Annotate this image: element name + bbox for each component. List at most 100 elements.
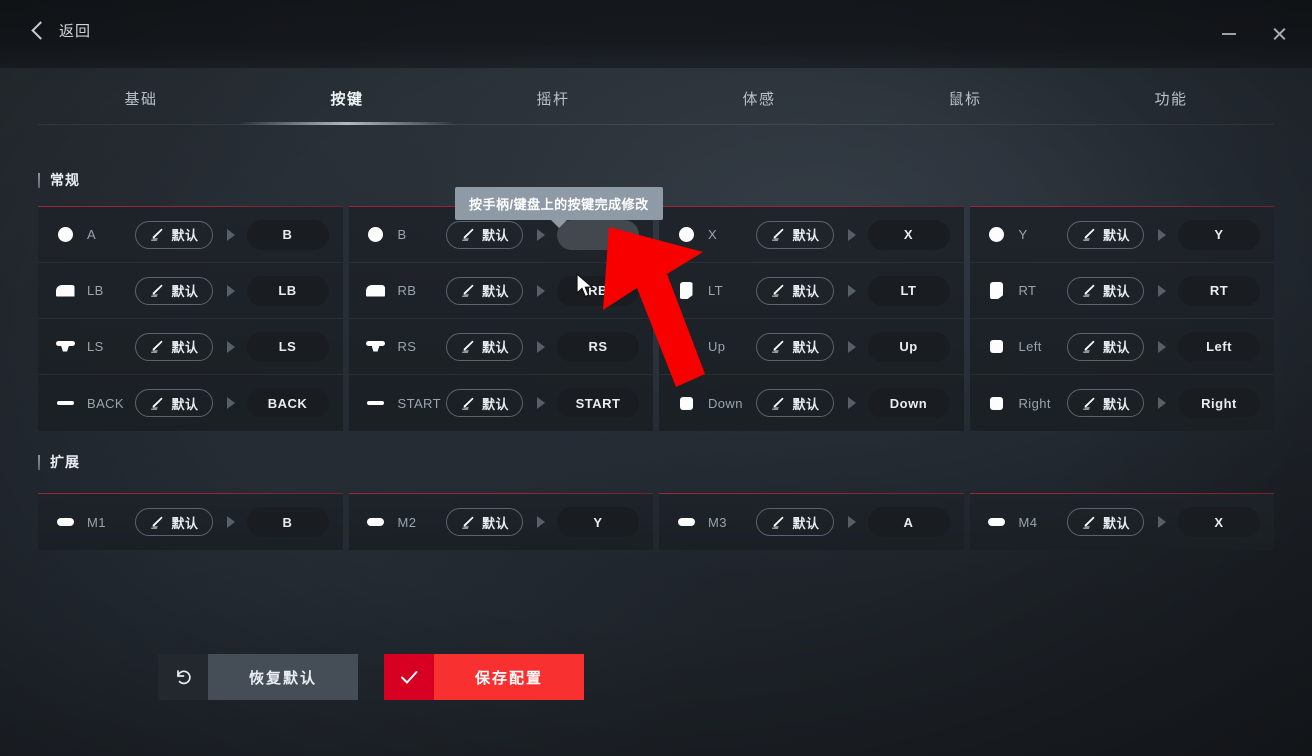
close-button[interactable] xyxy=(1262,20,1296,48)
mode-default-button[interactable]: 默认 xyxy=(1066,220,1144,249)
mode-default-button[interactable]: 默认 xyxy=(135,389,213,417)
save-config-button[interactable]: 保存配置 xyxy=(384,654,584,700)
section-title-general: 常规 xyxy=(50,172,80,188)
maps-to-arrow-icon xyxy=(537,397,545,409)
mode-default-button[interactable]: 默认 xyxy=(756,389,834,417)
titlebar: 返回 xyxy=(0,0,1312,66)
section-header-extension: 扩展 xyxy=(38,452,80,472)
mapped-value-pill[interactable]: X xyxy=(867,219,950,250)
back-button[interactable]: 返回 xyxy=(31,20,92,41)
restore-default-button[interactable]: 恢复默认 xyxy=(158,654,358,700)
maps-to-arrow-icon xyxy=(537,228,545,241)
tab-basic[interactable]: 基础 xyxy=(38,76,244,124)
mapping-row: RB 默认 RB xyxy=(348,263,653,319)
maps-to-arrow-icon xyxy=(537,516,545,528)
mapped-value-pill[interactable]: X xyxy=(1178,507,1260,537)
minimize-button[interactable] xyxy=(1212,20,1246,48)
mode-default-button[interactable]: 默认 xyxy=(1066,332,1144,361)
mode-default-button[interactable]: 默认 xyxy=(756,332,834,361)
mapping-card: Y 默认 Y RT 默认 RT Left 默认 Left Right 默认 Right xyxy=(969,206,1274,431)
mode-default-button[interactable]: 默认 xyxy=(756,508,834,536)
mapped-value-pill[interactable]: B xyxy=(246,219,329,250)
maps-to-arrow-icon xyxy=(226,284,235,297)
pencil-icon xyxy=(149,339,164,354)
pencil-icon xyxy=(149,283,164,298)
pencil-icon xyxy=(1081,396,1096,411)
mapping-row: RT 默认 RT xyxy=(969,263,1274,319)
mapped-value-pill[interactable]: Down xyxy=(867,388,950,418)
mapping-row: Up 默认 Up xyxy=(659,319,964,375)
dash-icon xyxy=(54,392,76,414)
mapped-value-pill-editing[interactable] xyxy=(557,219,639,250)
mapped-value-pill[interactable]: LT xyxy=(867,275,950,306)
mode-default-button[interactable]: 默认 xyxy=(135,332,213,361)
mapped-value-pill[interactable]: B xyxy=(246,507,329,537)
mapped-value-pill[interactable]: RB xyxy=(557,275,639,306)
mapped-value-pill[interactable]: Left xyxy=(1178,331,1260,362)
tab-sticks[interactable]: 摇杆 xyxy=(450,76,656,124)
tab-bar-divider xyxy=(38,124,1274,125)
mode-default-button[interactable]: 默认 xyxy=(1066,276,1144,305)
face-button-icon xyxy=(54,224,76,246)
pencil-icon xyxy=(460,339,475,354)
mapped-value-pill[interactable]: RT xyxy=(1178,275,1260,306)
mapping-row-label: LS xyxy=(87,339,104,354)
mode-default-button[interactable]: 默认 xyxy=(1066,508,1144,536)
mode-default-button[interactable]: 默认 xyxy=(135,276,213,305)
dpad-icon xyxy=(986,392,1008,414)
pencil-icon xyxy=(149,227,164,242)
pencil-icon xyxy=(1081,339,1096,354)
mode-default-button[interactable]: 默认 xyxy=(135,508,213,536)
mapped-value-pill[interactable]: LS xyxy=(246,331,329,362)
mapping-row: LS 默认 LS xyxy=(38,319,343,375)
mode-default-button[interactable]: 默认 xyxy=(1066,389,1144,417)
mapping-row: M1 默认 B xyxy=(38,494,343,550)
stick-icon xyxy=(54,336,76,358)
section-accent-bar xyxy=(38,454,40,470)
mode-default-button[interactable]: 默认 xyxy=(756,276,834,305)
maps-to-arrow-icon xyxy=(1158,284,1166,297)
mode-default-button[interactable]: 默认 xyxy=(756,220,834,249)
mapping-row: M3 默认 A xyxy=(659,494,964,550)
tab-function[interactable]: 功能 xyxy=(1068,76,1274,124)
mapped-value-pill[interactable]: BACK xyxy=(246,388,329,418)
back-button-label: 返回 xyxy=(59,23,92,40)
mode-default-button[interactable]: 默认 xyxy=(445,220,523,249)
paddle-icon-shape xyxy=(677,518,695,526)
mapping-row-label: M4 xyxy=(1018,514,1038,530)
mapping-row-label: M1 xyxy=(87,514,106,530)
mapped-value-pill[interactable]: Up xyxy=(867,331,950,362)
edit-hint-tooltip: 按手柄/键盘上的按键完成修改 xyxy=(455,187,663,228)
tab-motion[interactable]: 体感 xyxy=(656,76,862,124)
save-config-label: 保存配置 xyxy=(434,654,584,700)
mapping-row-label: START xyxy=(397,395,441,411)
mapped-value-pill[interactable]: START xyxy=(557,388,639,418)
mode-default-button[interactable]: 默认 xyxy=(445,276,523,305)
mapped-value-pill[interactable]: Right xyxy=(1178,388,1260,418)
bumper-icon-shape xyxy=(366,284,385,297)
mapped-value-pill[interactable]: Y xyxy=(1178,219,1260,250)
mode-default-button[interactable]: 默认 xyxy=(445,508,523,536)
mode-default-label: 默认 xyxy=(1102,284,1130,299)
mode-default-label: 默认 xyxy=(171,340,199,355)
pencil-icon xyxy=(1081,283,1096,298)
mode-default-label: 默认 xyxy=(792,228,820,243)
maps-to-arrow-icon xyxy=(226,397,235,409)
mapped-value-pill[interactable]: RS xyxy=(557,331,639,362)
bumper-icon-shape xyxy=(55,284,75,297)
tab-buttons[interactable]: 按键 xyxy=(244,76,450,124)
mode-default-button[interactable]: 默认 xyxy=(445,332,523,361)
paddle-icon xyxy=(365,511,387,533)
mode-default-button[interactable]: 默认 xyxy=(445,389,523,417)
mapped-value-pill[interactable]: A xyxy=(867,507,950,537)
mapping-card: M1 默认 B xyxy=(38,493,343,550)
mapped-value-pill[interactable]: LB xyxy=(246,275,329,306)
chevron-left-icon xyxy=(31,20,50,40)
mapping-card: A 默认 B LB 默认 LB LS 默认 LS BACK 默认 BACK xyxy=(38,206,343,431)
tab-mouse[interactable]: 鼠标 xyxy=(862,76,1068,124)
face-button-icon-shape xyxy=(989,227,1004,242)
face-button-icon-shape xyxy=(678,227,694,242)
mapped-value-pill[interactable]: Y xyxy=(557,507,639,537)
mode-default-button[interactable]: 默认 xyxy=(135,220,213,249)
footer-actions: 恢复默认 保存配置 xyxy=(158,654,584,700)
